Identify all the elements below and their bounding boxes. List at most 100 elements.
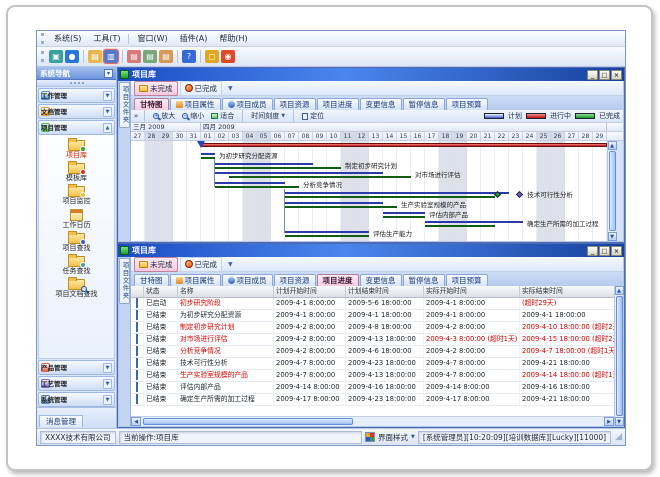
window-titlebar-gantt[interactable]: 项目库_□×: [118, 68, 624, 81]
chevron-down-icon[interactable]: ▼: [103, 363, 112, 373]
table-vertical-scrollbar[interactable]: ▲▼: [614, 286, 623, 426]
scroll-up-icon[interactable]: ▲: [615, 286, 624, 295]
column-header-gutter[interactable]: [131, 286, 144, 297]
table-row[interactable]: 已结束为初步研究分配资源2009-4-1 8:00:002009-4-1 18:…: [131, 310, 614, 322]
minimize-button[interactable]: _: [587, 246, 598, 256]
gantt-bar-actual[interactable]: [215, 186, 299, 188]
toolbar-overflow-icon[interactable]: ▼: [228, 261, 233, 268]
sidebar-item-项目监控[interactable]: 项目监控: [63, 183, 91, 205]
chevron-down-icon[interactable]: ▼: [103, 107, 112, 117]
sidebar-item-任务查找[interactable]: 任务查找: [63, 253, 91, 275]
tab-project-folder[interactable]: 项目文件夹: [119, 82, 130, 128]
close-button[interactable]: ×: [611, 246, 622, 256]
sidebar-group-工艺管理[interactable]: 工艺管理▼: [38, 376, 115, 391]
open-folder-icon[interactable]: ▤: [88, 50, 102, 63]
chevron-up-icon[interactable]: ▲: [103, 123, 112, 133]
tab-项目资源[interactable]: 项目资源: [274, 98, 316, 110]
scroll-thumb[interactable]: [143, 418, 353, 425]
report-chart-icon[interactable]: ▤: [143, 50, 157, 63]
close-button[interactable]: ×: [611, 70, 622, 80]
lock-icon[interactable]: ◻: [205, 50, 219, 63]
ui-style-label[interactable]: 界面样式: [378, 432, 408, 443]
table-row[interactable]: 已结束制定初步研究计划2009-4-2 8:00:002009-4-8 18:0…: [131, 322, 614, 334]
tab-项目属性[interactable]: 项目属性: [170, 274, 221, 286]
gantt-bar-plan[interactable]: [215, 172, 383, 174]
column-header-实际结束时间[interactable]: 实际结束时间: [520, 286, 614, 297]
table-row[interactable]: 已结束技术可行性分析2009-4-7 8:00:002009-4-23 18:0…: [131, 358, 614, 370]
table-horizontal-scrollbar[interactable]: ◀▶: [131, 416, 614, 426]
gantt-bar-actual[interactable]: [201, 157, 215, 159]
gantt-bar-summary[interactable]: [201, 143, 607, 147]
gantt-bar-plan[interactable]: [215, 182, 285, 184]
gantt-bar-plan[interactable]: [285, 202, 383, 204]
tab-变更信息[interactable]: 变更信息: [360, 98, 402, 110]
gantt-canvas[interactable]: 为初步研究分配资源制定初步研究计划对市场进行评估分析竞争情况技术可行性分析生产实…: [131, 141, 607, 241]
menu-item-3[interactable]: 窗口(W): [131, 32, 173, 45]
help-icon[interactable]: ?: [182, 50, 196, 63]
menu-item-1[interactable]: 系统(S): [48, 32, 87, 45]
tab-变更信息[interactable]: 变更信息: [360, 274, 402, 286]
resize-grip[interactable]: ◢: [615, 433, 622, 442]
column-header-计划开始时间[interactable]: 计划开始时间: [274, 286, 346, 297]
tab-项目进度[interactable]: 项目进度: [317, 98, 359, 110]
menu-item-5[interactable]: 帮助(H): [213, 32, 253, 45]
gantt-bar-actual[interactable]: [383, 216, 425, 218]
menu-grip[interactable]: [41, 33, 44, 44]
locate-button[interactable]: 定位: [300, 111, 326, 121]
scroll-right-icon[interactable]: ▶: [604, 417, 614, 426]
tab-甘特图[interactable]: 甘特图: [134, 274, 169, 286]
gantt-bar-actual[interactable]: [425, 225, 495, 227]
exit-icon[interactable]: ◉: [221, 50, 235, 63]
tab-甘特图[interactable]: 甘特图: [134, 98, 169, 110]
timescale-button[interactable]: 时间刻度▼: [249, 111, 287, 121]
sidebar-group-工作管理[interactable]: 工作管理▼: [38, 88, 115, 103]
chevron-down-icon[interactable]: ▼: [103, 395, 112, 405]
tab-暂停信息[interactable]: 暂停信息: [403, 274, 445, 286]
sidebar-item-工作日历[interactable]: 工作日历: [63, 206, 91, 229]
tab-message-manage[interactable]: 消息管理: [39, 415, 83, 427]
tab-项目预算[interactable]: 项目预算: [446, 98, 488, 110]
tab-project-folder[interactable]: 项目文件夹: [119, 258, 130, 304]
scroll-thumb[interactable]: [609, 151, 616, 231]
sidebar-group-系统管理[interactable]: 系统管理▼: [38, 392, 115, 407]
scroll-down-icon[interactable]: ▼: [615, 417, 624, 426]
menu-item-4[interactable]: 插件(A): [174, 32, 214, 45]
finished-button[interactable]: 已完成: [180, 81, 223, 96]
column-header-计划结束时间[interactable]: 计划结束时间: [346, 286, 424, 297]
table-row[interactable]: 已结束对市场进行评估2009-4-2 8:00:002009-4-13 18:0…: [131, 334, 614, 346]
gantt-more-icon[interactable]: »: [134, 112, 138, 120]
zoom-out-button[interactable]: −缩小: [180, 111, 206, 121]
tab-项目预算[interactable]: 项目预算: [446, 274, 488, 286]
sidebar-group-产品管理[interactable]: 产品管理▼: [38, 360, 115, 375]
chevron-down-icon[interactable]: ▼: [103, 379, 112, 389]
tab-项目成员[interactable]: 项目成员: [222, 98, 273, 110]
toolbar-overflow-icon[interactable]: ▼: [228, 85, 233, 92]
table-row[interactable]: 已结束生产实验室规模的产品2009-4-7 8:00:002009-4-13 1…: [131, 370, 614, 382]
chevron-down-icon[interactable]: ▼: [103, 91, 112, 101]
report-mail-icon[interactable]: ▤: [127, 50, 141, 63]
report-doc-icon[interactable]: ▤: [159, 50, 173, 63]
gantt-bar-actual[interactable]: [229, 176, 411, 178]
sidebar-item-项目文档查找[interactable]: 项目文档查找: [56, 276, 98, 298]
minimize-button[interactable]: _: [587, 70, 598, 80]
sidebar-item-项目查找[interactable]: 项目查找: [63, 230, 91, 252]
column-header-状态[interactable]: 状态: [144, 286, 178, 297]
tab-项目进度[interactable]: 项目进度: [317, 274, 359, 286]
column-header-实际开始时间[interactable]: 实际开始时间: [424, 286, 520, 297]
save-icon[interactable]: ▥: [104, 50, 118, 63]
zoom-in-button[interactable]: +放大: [151, 111, 177, 121]
table-row[interactable]: 已结束评估内部产品2009-4-14 8:00:002009-4-16 18:0…: [131, 382, 614, 394]
gantt-bar-plan[interactable]: [285, 192, 509, 194]
globe-icon[interactable]: ●: [65, 50, 79, 63]
pin-icon[interactable]: ▾: [104, 69, 113, 78]
gantt-vertical-scrollbar[interactable]: ▲▼: [607, 141, 616, 241]
sidebar-item-项目库[interactable]: 项目库: [66, 137, 87, 159]
menu-item-2[interactable]: 工具(T): [87, 32, 126, 45]
toolbar-grip[interactable]: [41, 51, 44, 62]
gantt-bar-plan[interactable]: [425, 221, 523, 223]
unfinished-button[interactable]: 未完成: [134, 81, 178, 96]
gantt-bar-actual[interactable]: [285, 235, 369, 237]
gantt-bar-plan[interactable]: [383, 212, 425, 214]
table-row[interactable]: 已启动初步研究阶段2009-4-1 8:00:002009-5-6 18:00:…: [131, 298, 614, 310]
maximize-button[interactable]: □: [599, 246, 610, 256]
